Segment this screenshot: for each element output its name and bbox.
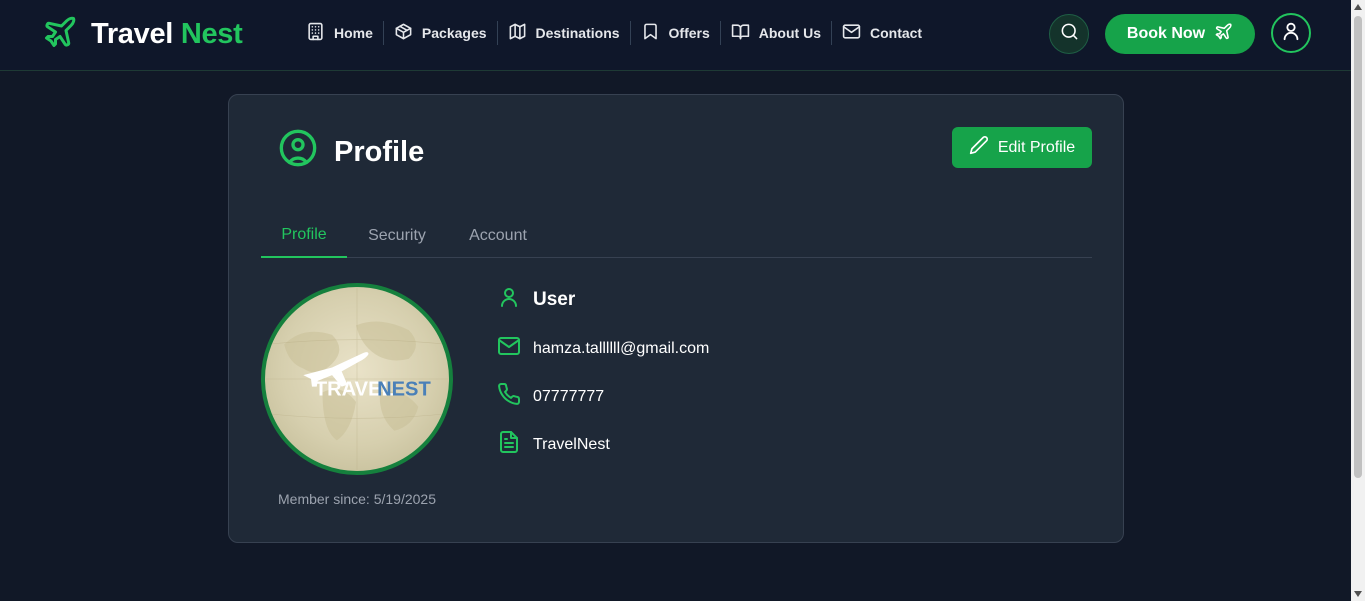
- user-icon: [1280, 20, 1302, 47]
- search-icon: [1060, 22, 1079, 46]
- profile-card: Profile Edit Profile Profile Security Ac…: [228, 94, 1124, 543]
- mail-icon: [842, 22, 870, 44]
- nav-packages-label: Packages: [421, 25, 487, 41]
- edit-profile-label: Edit Profile: [997, 138, 1076, 156]
- info-email-row: hamza.tallllll@gmail.com: [485, 334, 709, 363]
- brand-logo[interactable]: Travel Nest: [42, 14, 243, 55]
- scroll-down-arrow-icon[interactable]: [1351, 587, 1365, 601]
- pencil-icon: [969, 135, 998, 160]
- scrollbar-thumb[interactable]: [1354, 16, 1362, 478]
- page-title: Profile: [262, 128, 424, 176]
- map-icon: [508, 22, 536, 44]
- edit-profile-button[interactable]: Edit Profile: [952, 127, 1092, 168]
- user-icon: [497, 285, 521, 314]
- main-nav: Home Packages Destinations Offers About …: [296, 18, 932, 48]
- tab-account[interactable]: Account: [447, 213, 549, 258]
- phone-icon: [497, 382, 521, 411]
- plane-icon: [42, 14, 78, 55]
- file-text-icon: [497, 430, 521, 459]
- page-title-text: Profile: [334, 135, 425, 168]
- profile-name: User: [533, 288, 576, 310]
- avatar[interactable]: TRAVEL NEST: [261, 283, 453, 475]
- nav-destinations[interactable]: Destinations: [498, 18, 630, 48]
- profile-email: hamza.tallllll@gmail.com: [533, 339, 710, 357]
- nav-offers[interactable]: Offers: [631, 18, 720, 48]
- nav-destinations-label: Destinations: [535, 25, 620, 41]
- brand-name: Travel Nest: [91, 18, 243, 51]
- info-bio-row: TravelNest: [485, 430, 610, 459]
- package-icon: [394, 22, 422, 44]
- profile-bio: TravelNest: [533, 435, 610, 453]
- plane-icon: [1205, 22, 1233, 46]
- nav-about[interactable]: About Us: [721, 18, 831, 48]
- nav-offers-label: Offers: [668, 25, 710, 41]
- nav-home[interactable]: Home: [296, 18, 383, 48]
- book-open-icon: [731, 22, 759, 44]
- top-navbar: Travel Nest Home Packages Destinations O…: [0, 0, 1351, 71]
- nav-contact[interactable]: Contact: [832, 18, 932, 48]
- building-icon: [306, 22, 334, 44]
- profile-phone: 07777777: [533, 387, 605, 405]
- book-now-button[interactable]: Book Now: [1105, 14, 1255, 54]
- mail-icon: [497, 334, 521, 363]
- brand-name-part1: Travel: [91, 18, 174, 50]
- tab-profile[interactable]: Profile: [261, 213, 347, 258]
- search-button[interactable]: [1049, 14, 1089, 54]
- nav-contact-label: Contact: [869, 25, 923, 41]
- nav-about-label: About Us: [758, 25, 821, 41]
- book-now-label: Book Now: [1126, 25, 1206, 42]
- scroll-up-arrow-icon[interactable]: [1351, 0, 1365, 14]
- info-name-row: User: [485, 285, 575, 314]
- user-menu-button[interactable]: [1271, 13, 1311, 53]
- info-phone-row: 07777777: [485, 382, 604, 411]
- bookmark-icon: [641, 22, 669, 44]
- user-circle-icon: [278, 128, 318, 176]
- nav-packages[interactable]: Packages: [384, 18, 497, 48]
- page-scrollbar[interactable]: [1351, 0, 1365, 601]
- tab-security[interactable]: Security: [347, 213, 447, 258]
- avatar-logo-text-2: NEST: [377, 378, 431, 400]
- profile-tabs: Profile Security Account: [261, 213, 1092, 258]
- brand-name-part2: Nest: [180, 18, 243, 50]
- member-since: Member since: 5/19/2025: [278, 491, 436, 507]
- nav-home-label: Home: [334, 25, 373, 41]
- avatar-image: TRAVEL NEST: [265, 287, 449, 471]
